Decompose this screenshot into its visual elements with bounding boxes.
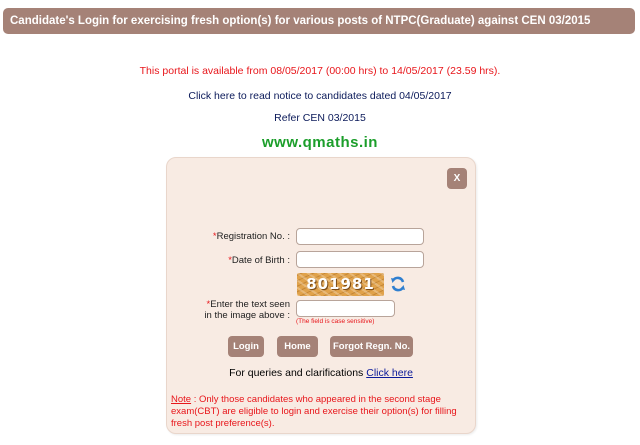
portal-availability-notice: This portal is available from 08/05/2017… [139,65,501,77]
close-icon: X [453,173,461,184]
forgot-regn-button[interactable]: Forgot Regn. No. [330,336,413,357]
dob-input[interactable] [296,251,424,268]
note-text: : Only those candidates who appeared in … [171,394,457,429]
page-title: Candidate's Login for exercising fresh o… [10,15,591,27]
registration-input[interactable] [296,228,424,245]
login-button[interactable]: Login [228,336,264,357]
case-sensitive-hint: (The field is case sensitive) [296,318,375,325]
home-button[interactable]: Home [277,336,318,357]
dob-label: *Date of Birth : [228,255,290,266]
captcha-image: 801981 [297,273,384,296]
read-notice-link[interactable]: Click here to read notice to candidates … [0,90,640,102]
note-title: Note [171,394,192,405]
captcha-text: 801981 [306,275,375,293]
captcha-input[interactable] [296,300,395,317]
captcha-label: *Enter the text seen in the image above … [204,299,290,321]
page-header: Candidate's Login for exercising fresh o… [3,8,635,34]
registration-label: *Registration No. : [212,231,290,242]
close-button[interactable]: X [447,168,467,189]
queries-line: For queries and clarifications Click her… [166,367,476,379]
queries-link[interactable]: Click here [366,367,413,379]
watermark: www.qmaths.in [262,134,378,151]
refer-cen-text: Refer CEN 03/2015 [274,112,366,124]
queries-text: For queries and clarifications [229,367,364,379]
eligibility-note: Note : Only those candidates who appeare… [171,394,471,430]
refresh-icon[interactable] [389,275,407,293]
